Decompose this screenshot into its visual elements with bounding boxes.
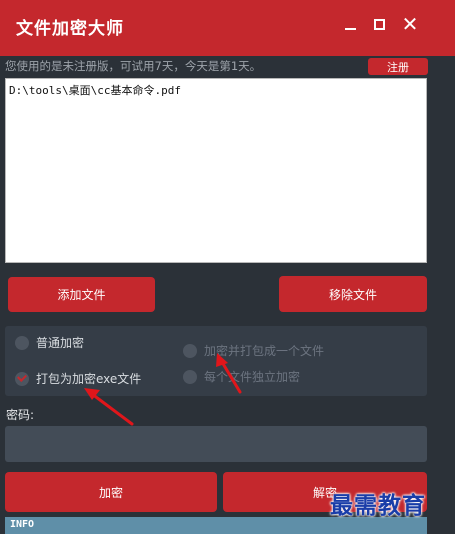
file-list[interactable]: D:\tools\桌面\cc基本命令.pdf <box>5 78 427 263</box>
radio-icon[interactable] <box>15 335 29 350</box>
remove-file-button[interactable]: 移除文件 <box>279 276 427 312</box>
option-each-file-separate[interactable]: 每个文件独立加密 <box>183 368 300 385</box>
trial-notice: 您使用的是未注册版，可试用7天，今天是第1天。 <box>5 59 262 73</box>
option-label: 打包为加密exe文件 <box>36 372 142 386</box>
title-bar: 文件加密大师 ✕ <box>0 0 455 56</box>
close-button[interactable]: ✕ <box>396 10 424 38</box>
minimize-button[interactable] <box>336 10 364 38</box>
info-label: INFO <box>10 519 35 530</box>
option-label: 普通加密 <box>36 336 85 350</box>
checked-radio-icon[interactable] <box>15 371 29 386</box>
option-normal-encrypt[interactable]: 普通加密 <box>15 334 84 351</box>
add-file-button[interactable]: 添加文件 <box>8 277 155 312</box>
option-label: 加密并打包成一个文件 <box>204 344 325 358</box>
password-input[interactable] <box>5 426 427 462</box>
radio-icon[interactable] <box>183 369 197 384</box>
option-pack-single-file[interactable]: 加密并打包成一个文件 <box>183 342 324 359</box>
list-item[interactable]: D:\tools\桌面\cc基本命令.pdf <box>9 82 181 98</box>
option-pack-exe[interactable]: 打包为加密exe文件 <box>15 370 141 387</box>
maximize-button[interactable] <box>365 10 393 38</box>
maximize-icon <box>373 18 385 30</box>
annotation-arrow-left <box>90 392 134 426</box>
password-label: 密码: <box>6 408 35 422</box>
register-button[interactable]: 注册 <box>368 58 428 75</box>
encrypt-button[interactable]: 加密 <box>5 472 217 512</box>
window-title: 文件加密大师 <box>16 19 124 39</box>
watermark-logo: 最需教育 <box>330 492 426 519</box>
option-label: 每个文件独立加密 <box>204 370 301 384</box>
minimize-icon <box>344 28 356 30</box>
close-icon: ✕ <box>401 12 419 36</box>
encryption-options: 普通加密 打包为加密exe文件 加密并打包成一个文件 每个文件独立加密 <box>5 326 427 396</box>
radio-icon[interactable] <box>183 343 197 358</box>
